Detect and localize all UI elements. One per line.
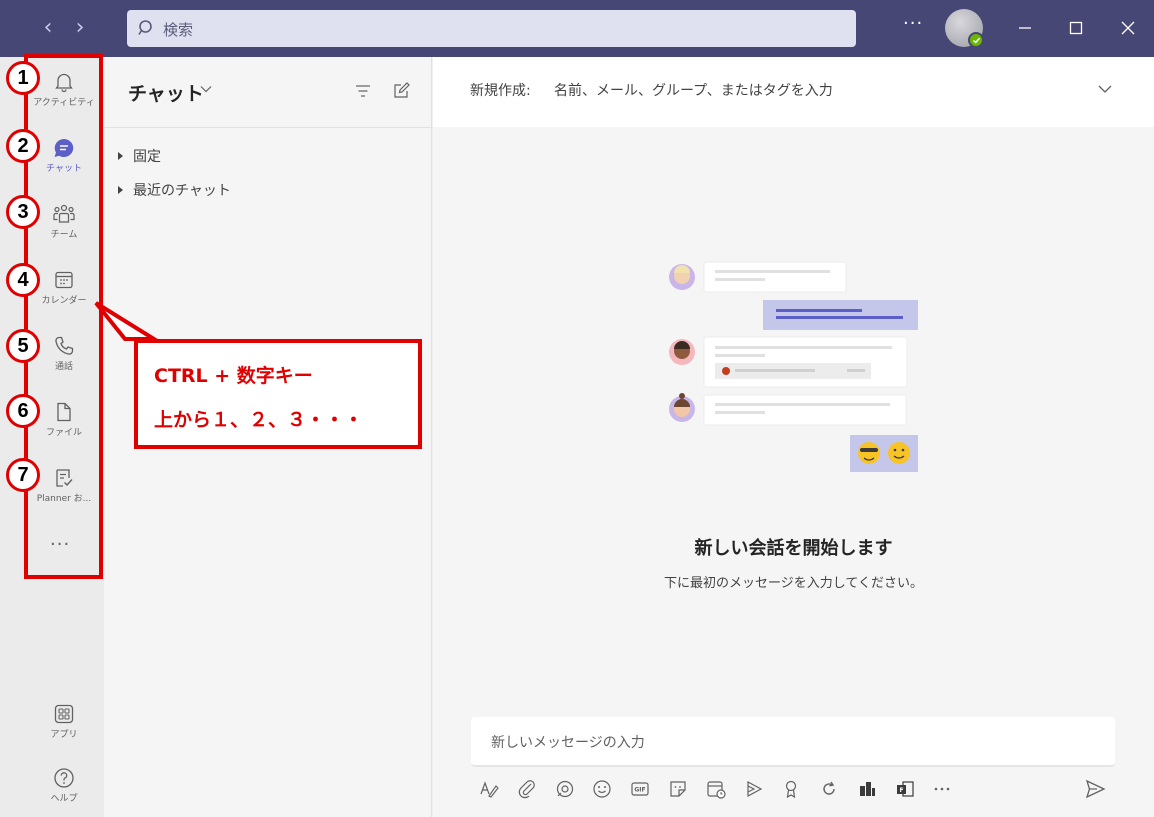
- rail-item-help[interactable]: ヘルプ: [28, 761, 100, 817]
- empty-state-title: 新しい会話を開始します: [694, 538, 893, 559]
- rail-label-apps: アプリ: [50, 730, 78, 740]
- maximize-icon[interactable]: [1064, 16, 1088, 40]
- close-icon[interactable]: [1116, 16, 1140, 40]
- settings-more-icon[interactable]: ···: [903, 13, 923, 34]
- viva-icon[interactable]: [855, 777, 879, 801]
- main-pane: 新規作成: 名前、メール、グループ、またはタグを入力 新しい会話を開始します 下…: [433, 57, 1154, 817]
- help-icon: [54, 768, 74, 788]
- new-conversation-illustration: [669, 261, 918, 472]
- emoji-icon[interactable]: [590, 777, 614, 801]
- send-icon[interactable]: [1083, 777, 1107, 801]
- refresh-icon[interactable]: [817, 777, 841, 801]
- minimize-icon[interactable]: [1013, 16, 1037, 40]
- format-icon[interactable]: [477, 777, 501, 801]
- filter-icon[interactable]: [354, 83, 372, 99]
- message-compose-box[interactable]: 新しいメッセージの入力: [471, 717, 1115, 767]
- rail-label-help: ヘルプ: [50, 794, 78, 804]
- compose-placeholder: 新しいメッセージの入力: [491, 735, 645, 751]
- rail-item-apps[interactable]: アプリ: [28, 697, 100, 757]
- recipient-bar: 新規作成: 名前、メール、グループ、またはタグを入力: [433, 57, 1154, 127]
- forms-icon[interactable]: F: [893, 777, 917, 801]
- recipient-input[interactable]: 名前、メール、グループ、またはタグを入力: [554, 80, 833, 100]
- chevron-down-icon[interactable]: [1097, 83, 1113, 95]
- svg-text:F: F: [899, 787, 903, 794]
- annotation-badge: 7: [6, 458, 40, 492]
- new-chat-icon[interactable]: [391, 81, 411, 101]
- svg-text:GIF: GIF: [634, 787, 645, 794]
- to-label: 新規作成:: [470, 83, 531, 99]
- gif-icon[interactable]: GIF: [628, 777, 652, 801]
- attach-icon[interactable]: [515, 777, 539, 801]
- more-options-icon[interactable]: [930, 777, 954, 801]
- praise-icon[interactable]: [779, 777, 803, 801]
- apps-icon: [54, 704, 74, 724]
- schedule-meeting-icon[interactable]: [704, 777, 728, 801]
- stream-icon[interactable]: [742, 777, 766, 801]
- loop-icon[interactable]: [553, 777, 577, 801]
- sticker-icon[interactable]: [666, 777, 690, 801]
- callout-line-2: 上から１、２、３・・・: [154, 409, 364, 431]
- shortcut-callout: CTRL + 数字キー 上から１、２、３・・・: [134, 339, 422, 449]
- presence-available-icon: [968, 32, 984, 48]
- empty-state-subtitle: 下に最初のメッセージを入力してください。: [664, 576, 923, 591]
- callout-line-1: CTRL + 数字キー: [154, 365, 313, 387]
